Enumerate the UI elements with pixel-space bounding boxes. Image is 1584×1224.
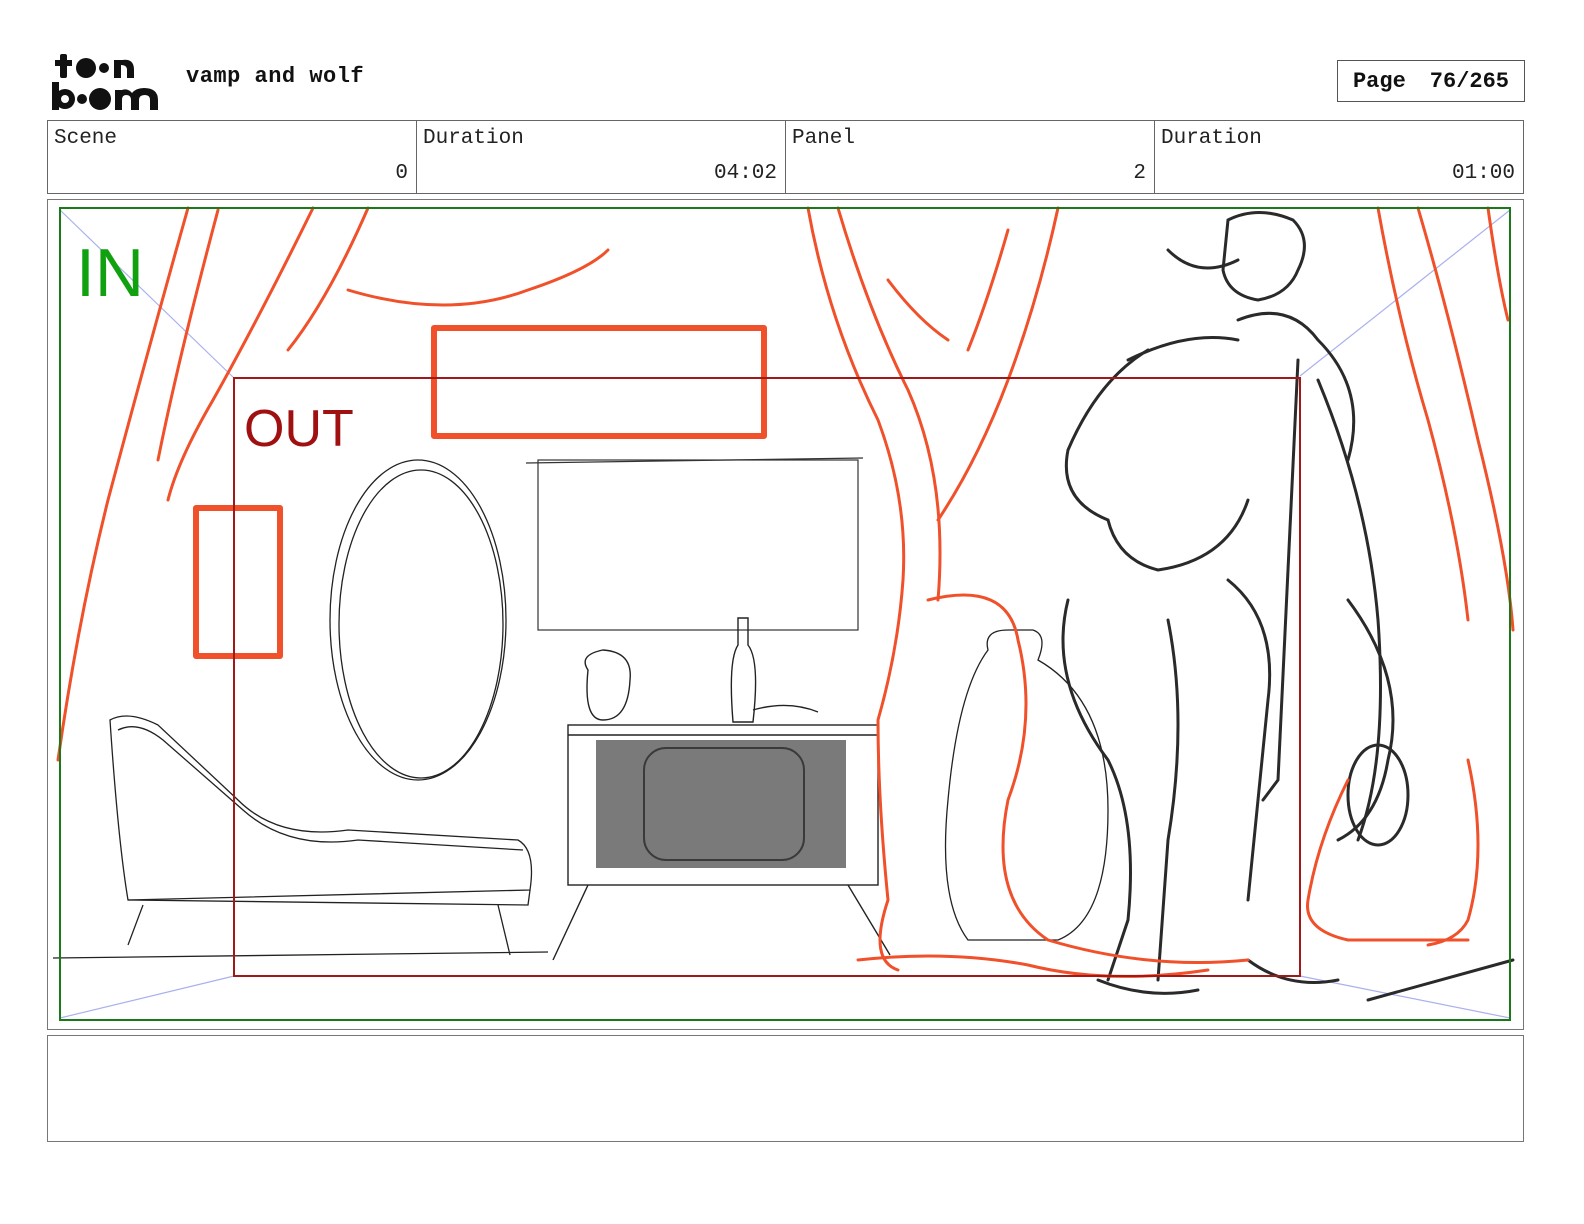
tv-screen-block — [596, 740, 846, 868]
storyboard-panel: IN OUT — [47, 199, 1524, 1030]
panel-value: 2 — [1133, 162, 1146, 185]
panel-caption-box[interactable] — [47, 1035, 1524, 1142]
info-bar: Scene 0 Duration 04:02 Panel 2 Duration … — [47, 120, 1524, 194]
page-number: 76/265 — [1429, 68, 1510, 94]
panel-duration-label: Duration — [1161, 127, 1262, 150]
out-label: OUT — [244, 400, 354, 458]
scene-duration-value: 04:02 — [713, 162, 777, 185]
sketch-wall-frame — [525, 457, 864, 631]
sketch-character — [1061, 211, 1515, 1002]
panel-label: Panel — [792, 127, 856, 150]
project-title: vamp and wolf — [186, 64, 365, 89]
sketch-vase — [944, 629, 1109, 941]
in-label: IN — [76, 235, 144, 311]
panel-duration-value: 01:00 — [1451, 162, 1515, 185]
scene-label: Scene — [54, 127, 118, 150]
sketch-oval-mirror — [329, 459, 507, 781]
out-frame — [233, 377, 1301, 977]
scene-duration-cell: Duration 04:02 — [417, 121, 786, 193]
page-indicator: Page 76/265 — [1337, 60, 1525, 102]
panel-cell: Panel 2 — [786, 121, 1155, 193]
scene-value: 0 — [395, 162, 408, 185]
panel-duration-cell: Duration 01:00 — [1155, 121, 1523, 193]
toonboom-logo — [52, 54, 158, 110]
panel-sketch: IN OUT — [52, 206, 1515, 1021]
scene-duration-label: Duration — [423, 127, 524, 150]
scene-cell: Scene 0 — [48, 121, 417, 193]
page-label: Page — [1352, 68, 1406, 94]
sketch-chaise — [52, 715, 549, 959]
